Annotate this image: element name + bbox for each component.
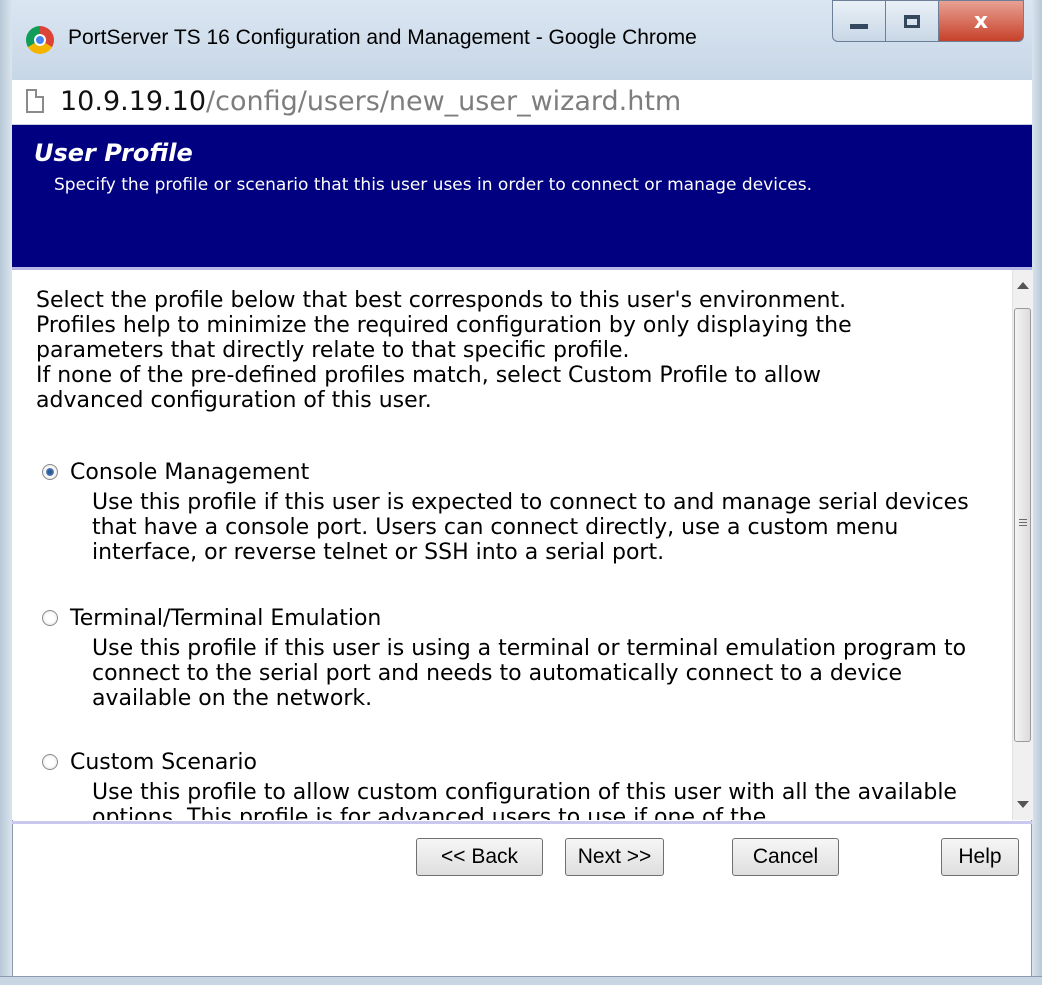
address-bar[interactable]: 10.9.19.10/config/users/new_user_wizard.… (12, 80, 1032, 125)
grip-line (1019, 519, 1027, 520)
maximize-button[interactable] (885, 0, 939, 42)
url-host: 10.9.19.10 (60, 86, 206, 117)
profile-option-console-management[interactable]: Console Management Use this profile if t… (42, 458, 1002, 565)
option-description: Use this profile if this user is expecte… (92, 490, 969, 565)
option-label: Terminal/Terminal Emulation (70, 605, 382, 631)
intro-line: If none of the pre-defined profiles matc… (36, 363, 821, 388)
close-button[interactable]: x (938, 0, 1024, 42)
grip-line (1019, 525, 1027, 526)
url-text[interactable]: 10.9.19.10/config/users/new_user_wizard.… (60, 86, 681, 117)
back-button[interactable]: << Back (416, 838, 543, 876)
profile-option-terminal-emulation[interactable]: Terminal/Terminal Emulation Use this pro… (42, 604, 1002, 711)
intro-line: parameters that directly relate to that … (36, 338, 630, 363)
window-title: PortServer TS 16 Configuration and Manag… (68, 26, 697, 49)
profile-content-panel[interactable]: Select the profile below that best corre… (12, 270, 1012, 820)
url-path: /config/users/new_user_wizard.htm (206, 86, 682, 117)
option-description: Use this profile if this user is using a… (92, 636, 967, 711)
intro-line: advanced configuration of this user. (36, 388, 432, 413)
browser-window: PortServer TS 16 Configuration and Manag… (0, 0, 1042, 985)
scroll-down-arrow-icon[interactable] (1017, 801, 1029, 808)
close-icon: x (973, 8, 989, 34)
radio-terminal-emulation[interactable] (42, 610, 58, 626)
option-description: Use this profile to allow custom configu… (92, 780, 957, 820)
page-title: User Profile (34, 139, 193, 167)
intro-line: Select the profile below that best corre… (36, 288, 847, 313)
next-button[interactable]: Next >> (565, 838, 664, 876)
intro-text: Select the profile below that best corre… (36, 288, 1006, 413)
footer-divider (12, 821, 1032, 824)
window-bottom-border (0, 976, 1042, 985)
radio-custom-scenario[interactable] (42, 754, 58, 770)
option-label: Custom Scenario (70, 749, 257, 775)
wizard-header: User Profile Specify the profile or scen… (12, 125, 1032, 270)
maximize-icon (904, 14, 920, 28)
scrollbar-thumb[interactable] (1014, 308, 1031, 742)
page-icon (26, 89, 44, 113)
radio-console-management[interactable] (42, 464, 58, 480)
scroll-up-arrow-icon[interactable] (1017, 282, 1029, 289)
page-subtitle: Specify the profile or scenario that thi… (54, 175, 813, 195)
minimize-icon (850, 23, 868, 29)
title-bar[interactable]: PortServer TS 16 Configuration and Manag… (12, 0, 1032, 81)
intro-line: Profiles help to minimize the required c… (36, 313, 852, 338)
help-button[interactable]: Help (941, 838, 1019, 876)
cancel-button[interactable]: Cancel (732, 838, 839, 876)
chrome-logo-icon (26, 26, 54, 54)
minimize-button[interactable] (832, 0, 886, 42)
vertical-scrollbar[interactable] (1012, 270, 1033, 820)
option-label: Console Management (70, 459, 310, 485)
profile-option-custom-scenario[interactable]: Custom Scenario Use this profile to allo… (42, 748, 1002, 820)
grip-line (1019, 522, 1027, 523)
